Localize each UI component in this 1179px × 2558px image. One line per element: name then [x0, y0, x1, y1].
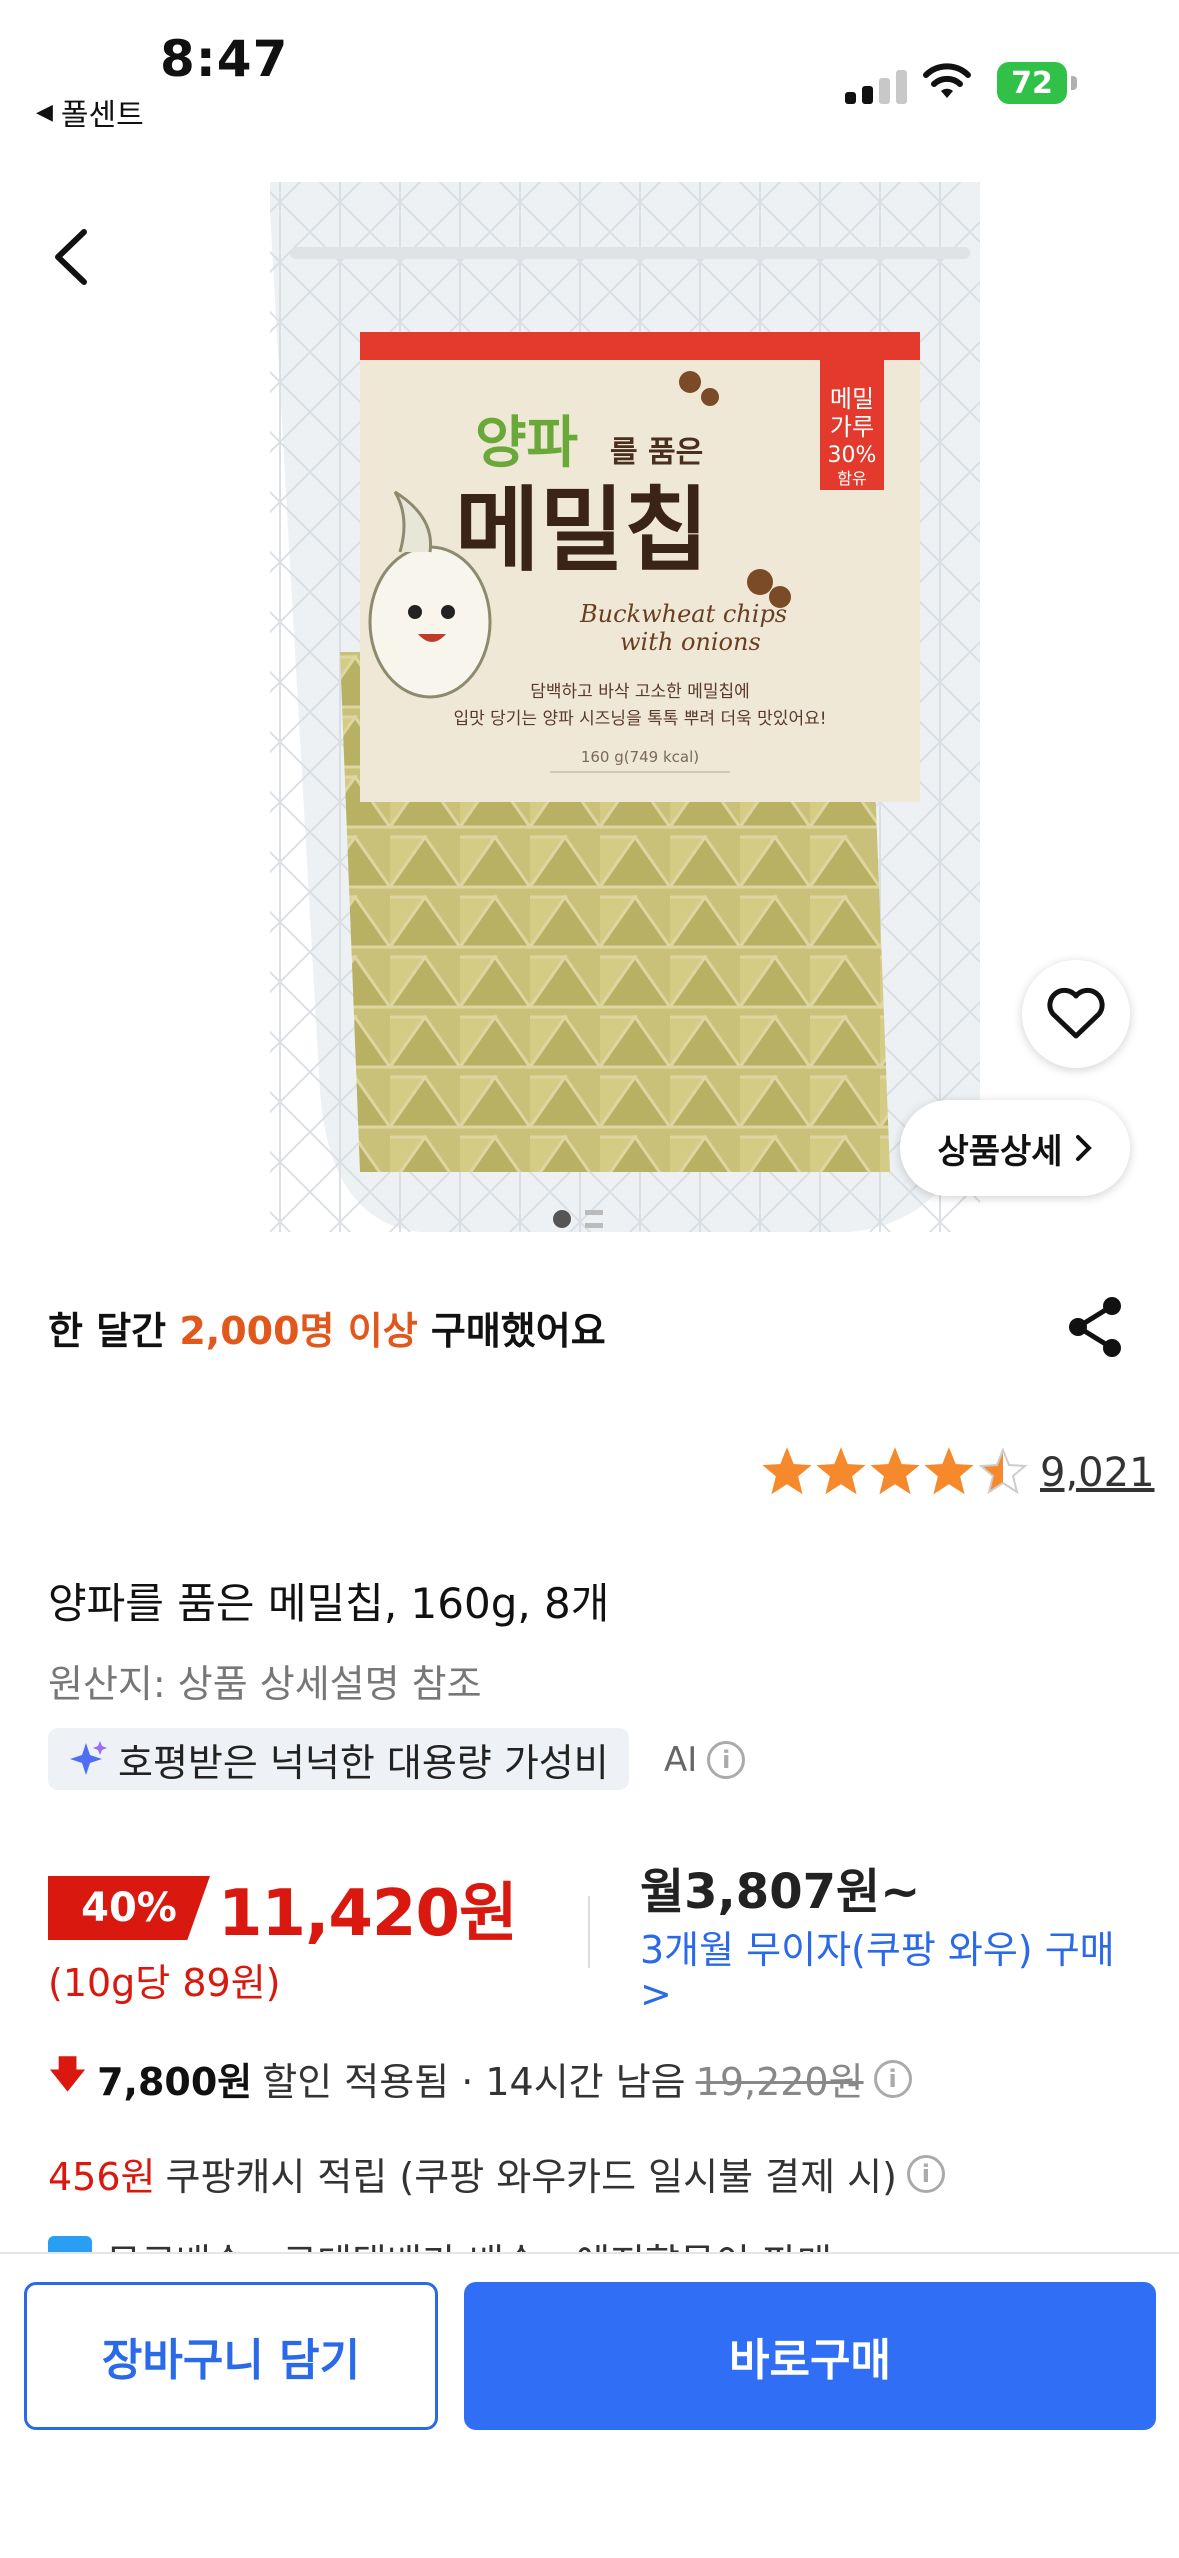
coupon-amount: 7,800원 [97, 2060, 253, 2104]
ai-summary-tag[interactable]: 호평받은 넉넉한 대용량 가성비 [48, 1728, 629, 1790]
installment-link[interactable]: 3개월 무이자(쿠팡 와우) 구매 > [640, 1928, 1140, 2016]
pagination-dot-active [553, 1210, 571, 1228]
svg-text:가루: 가루 [830, 413, 874, 441]
svg-text:160 g(749 kcal): 160 g(749 kcal) [581, 748, 699, 766]
monthly-purchase-info: 한 달간 2,000명 이상 구매했어요 [48, 1300, 606, 1355]
review-count-link[interactable]: 9,021 [1040, 1450, 1155, 1496]
svg-text:를 품은: 를 품은 [610, 435, 703, 470]
wifi-icon [923, 63, 971, 98]
ai-label-text: AI [664, 1740, 698, 1780]
battery-level: 72 [1011, 65, 1053, 101]
product-title: 양파를 품은 메밀칩, 160g, 8개 [48, 1579, 610, 1628]
buy-now-button[interactable]: 바로구매 [464, 2282, 1156, 2430]
sale-price: 11,420원 [218, 1877, 518, 1951]
arrow-down-icon: 🡇 [48, 2052, 88, 2096]
discount-badge: 40% [48, 1876, 210, 1940]
cash-amount: 456원 [48, 2155, 156, 2199]
back-triangle-icon: ◀ [36, 99, 53, 125]
svg-text:담백하고 바삭 고소한 메밀칩에: 담백하고 바삭 고소한 메밀칩에 [530, 682, 750, 702]
unit-price: (10g당 89원) [48, 1961, 281, 2005]
svg-text:양파: 양파 [475, 411, 578, 476]
shipping-row: 무료배송 · 로데택배가 배송 · 예지향몰이 판매 [48, 2232, 832, 2254]
product-detail-button[interactable]: 상품상세 [900, 1100, 1130, 1196]
wishlist-button[interactable] [1022, 960, 1130, 1068]
coupon-text: 할인 적용됨 · 14시간 남음 [262, 2060, 686, 2104]
info-icon: i [707, 1741, 746, 1779]
svg-text:메밀: 메밀 [830, 385, 874, 413]
image-pagination [553, 1210, 603, 1228]
original-price: 19,220원 [695, 2060, 864, 2104]
battery-tip [1071, 76, 1077, 90]
back-to-app-link[interactable]: ◀ 폴센트 [36, 90, 144, 134]
info-icon[interactable]: i [906, 2154, 945, 2193]
star-icon [816, 1447, 866, 1495]
svg-text:입맛 당기는 양파 시즈닝을 톡톡 뿌려 더욱 맛있어요!: 입맛 당기는 양파 시즈닝을 톡톡 뿌려 더욱 맛있어요! [453, 709, 826, 729]
purchase-count: 2,000명 이상 [179, 1309, 418, 1353]
chevron-right-icon [1075, 1135, 1092, 1161]
origin-info: 원산지: 상품 상세설명 참조 [48, 1662, 482, 1706]
monthly-price: 월3,807원~ [640, 1864, 921, 1920]
star-icon [978, 1447, 1028, 1495]
product-detail-label: 상품상세 [937, 1131, 1063, 1172]
svg-text:Buckwheat chips: Buckwheat chips [579, 600, 787, 628]
svg-text:30%: 30% [828, 443, 877, 468]
share-button[interactable] [1064, 1292, 1128, 1362]
coupon-discount-row: 🡇 7,800원 할인 적용됨 · 14시간 남음 19,220원 i [48, 2046, 912, 2111]
back-button[interactable] [44, 222, 104, 292]
purchase-prefix: 한 달간 [48, 1309, 180, 1353]
pagination-dot [585, 1210, 603, 1228]
shipping-text: 무료배송 · 로데택배가 배송 · 예지향몰이 판매 [106, 2232, 832, 2254]
info-icon[interactable]: i [873, 2059, 912, 2098]
cash-text: 쿠팡캐시 적립 (쿠팡 와우카드 일시불 결제 시) [165, 2155, 897, 2199]
add-to-cart-button[interactable]: 장바구니 담기 [24, 2282, 438, 2430]
price-divider [588, 1896, 590, 1968]
star-icon [870, 1447, 920, 1495]
sparkle-icon [70, 1741, 107, 1775]
back-app-label: 폴센트 [60, 98, 144, 133]
purchase-suffix: 구매했어요 [417, 1309, 606, 1353]
star-icon [924, 1447, 974, 1495]
product-image[interactable]: 메밀 가루 30% 함유 양파 를 품은 메밀칩 Buckwheat chips… [250, 172, 980, 1242]
svg-text:with onions: with onions [620, 628, 761, 656]
battery-icon: 72 [997, 62, 1067, 104]
heart-icon [1047, 987, 1105, 1039]
ai-summary-text: 호평받은 넉넉한 대용량 가성비 [118, 1740, 609, 1785]
cash-reward-row: 456원 쿠팡캐시 적립 (쿠팡 와우카드 일시불 결제 시) i [48, 2146, 945, 2201]
status-time: 8:47 [160, 30, 289, 88]
ai-label[interactable]: AI i [664, 1740, 746, 1780]
svg-text:함유: 함유 [837, 469, 866, 488]
svg-text:메밀칩: 메밀칩 [455, 477, 709, 584]
rating-stars[interactable] [762, 1447, 1028, 1495]
cellular-signal-icon [845, 70, 907, 104]
star-icon [762, 1447, 812, 1495]
